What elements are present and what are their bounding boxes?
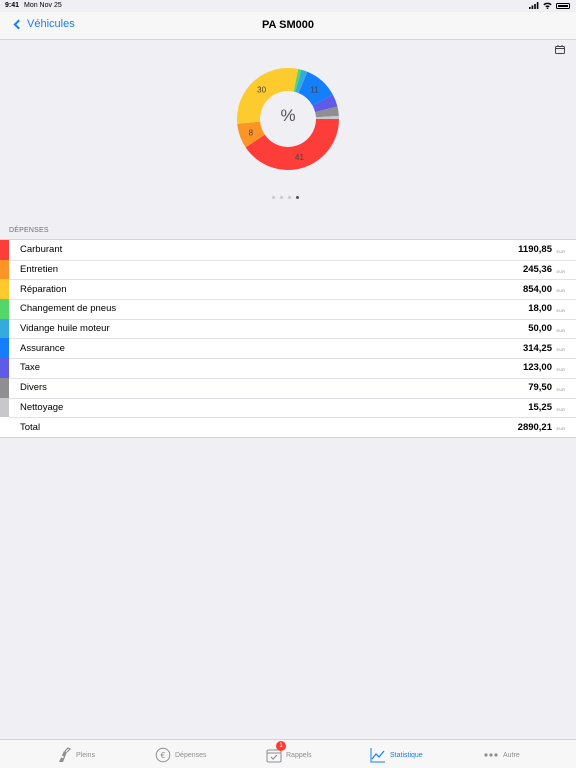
tab-label: Dépenses — [175, 751, 207, 759]
navigation-bar: Véhicules PA SM000 — [0, 12, 576, 40]
page-indicator[interactable] — [272, 196, 299, 199]
total-value: 2890,21 — [517, 421, 552, 433]
expense-label: Entretien — [20, 264, 59, 276]
donut-slice-label: 41 — [295, 153, 304, 162]
currency-unit: EUR — [556, 288, 565, 294]
color-swatch — [0, 279, 9, 300]
currency-unit: EUR — [556, 249, 565, 254]
status-indicators — [529, 2, 570, 9]
fuel-pump-icon — [59, 747, 72, 762]
currency-unit: EUR — [556, 386, 565, 392]
color-swatch — [0, 318, 9, 339]
chart-center-label: % — [280, 106, 296, 125]
expense-value: 79,50 — [528, 382, 552, 394]
wifi-icon — [543, 2, 552, 9]
expense-value: 15,25 — [528, 401, 552, 413]
page-dot[interactable] — [280, 196, 283, 199]
table-row[interactable]: Assurance 314,25 EUR — [0, 338, 576, 359]
chart-panel[interactable]: 41 8 30 11 % — [0, 41, 576, 208]
color-swatch — [0, 397, 9, 418]
expense-label: Réparation — [20, 283, 67, 295]
calendar-icon[interactable] — [555, 45, 565, 54]
expense-label: Taxe — [20, 362, 41, 374]
color-swatch — [0, 377, 9, 398]
expense-table: Carburant 1190,85 EUR Entretien 245,36 EUR Rép… — [0, 239, 576, 438]
color-swatch — [0, 240, 9, 260]
donut-slice-label: 30 — [257, 86, 266, 95]
currency-unit: EUR — [556, 268, 565, 274]
table-row[interactable]: Changement de pneus 18,00 EUR — [0, 299, 576, 319]
expense-label: Nettoyage — [20, 401, 64, 413]
tab-label: Rappels — [286, 751, 312, 759]
expense-label: Vidange huile moteur — [20, 323, 110, 335]
color-swatch — [0, 338, 9, 359]
tab-depenses[interactable]: € Dépenses — [155, 747, 207, 763]
page-dot[interactable] — [272, 196, 275, 199]
status-date: Mon Nov 25 — [24, 2, 62, 9]
tab-pleins[interactable]: Pleins — [56, 747, 95, 763]
section-header: DÉPENSES — [9, 227, 49, 234]
notification-badge: 1 — [276, 741, 286, 751]
status-bar: 9:41 Mon Nov 25 — [0, 0, 576, 12]
total-row: Total 2890,21 EUR — [0, 417, 576, 437]
more-icon — [484, 753, 498, 757]
color-swatch — [0, 358, 9, 378]
page-dot-active[interactable] — [296, 196, 299, 199]
expense-value: 854,00 — [522, 283, 552, 295]
table-row[interactable]: Réparation 854,00 EUR — [0, 279, 576, 300]
tab-statistique[interactable]: Statistique — [370, 747, 423, 763]
table-row[interactable]: Entretien 245,36 EUR — [0, 259, 576, 280]
battery-icon — [556, 2, 570, 9]
table-row[interactable]: Nettoyage 15,25 EUR — [0, 397, 576, 418]
expense-value: 1190,85 — [518, 244, 552, 256]
color-swatch — [0, 259, 9, 280]
color-swatch — [0, 299, 9, 319]
currency-unit: EUR — [556, 426, 565, 432]
tab-label: Pleins — [76, 751, 96, 759]
expense-value: 50,00 — [528, 323, 552, 335]
page-title: PA SM000 — [262, 19, 314, 31]
status-time: 9:41 — [5, 2, 20, 9]
euro-icon: € — [155, 747, 171, 763]
expense-value: 314,25 — [522, 342, 552, 354]
tab-bar: Pleins € Dépenses 1 Rappels Statistique … — [0, 739, 576, 768]
table-row[interactable]: Divers 79,50 EUR — [0, 377, 576, 398]
tab-autre[interactable]: Autre — [483, 747, 520, 763]
currency-unit: EUR — [556, 327, 565, 333]
expense-label: Assurance — [20, 342, 65, 354]
expense-value: 245,36 — [522, 264, 552, 276]
tab-label: Statistique — [390, 751, 423, 759]
currency-unit: EUR — [556, 406, 565, 412]
donut-slice-label: 11 — [310, 86, 319, 95]
donut-slice-label: 8 — [249, 128, 254, 137]
table-row[interactable]: Carburant 1190,85 EUR — [0, 240, 576, 260]
page-dot[interactable] — [288, 196, 291, 199]
currency-unit: EUR — [556, 367, 565, 373]
expense-label: Changement de pneus — [20, 303, 117, 315]
currency-unit: EUR — [556, 308, 565, 314]
line-chart-icon — [370, 748, 385, 763]
expense-label: Divers — [20, 382, 47, 394]
expense-label: Carburant — [20, 244, 63, 256]
table-row[interactable]: Vidange huile moteur 50,00 EUR — [0, 318, 576, 339]
svg-text:€: € — [160, 751, 165, 760]
table-row[interactable]: Taxe 123,00 EUR — [0, 358, 576, 378]
expense-value: 123,00 — [522, 362, 552, 374]
signal-icon — [529, 2, 539, 9]
tab-label: Autre — [503, 751, 520, 759]
total-label: Total — [20, 421, 41, 433]
expense-value: 18,00 — [528, 303, 552, 315]
tab-rappels[interactable]: 1 Rappels — [266, 741, 312, 763]
currency-unit: EUR — [556, 347, 565, 353]
